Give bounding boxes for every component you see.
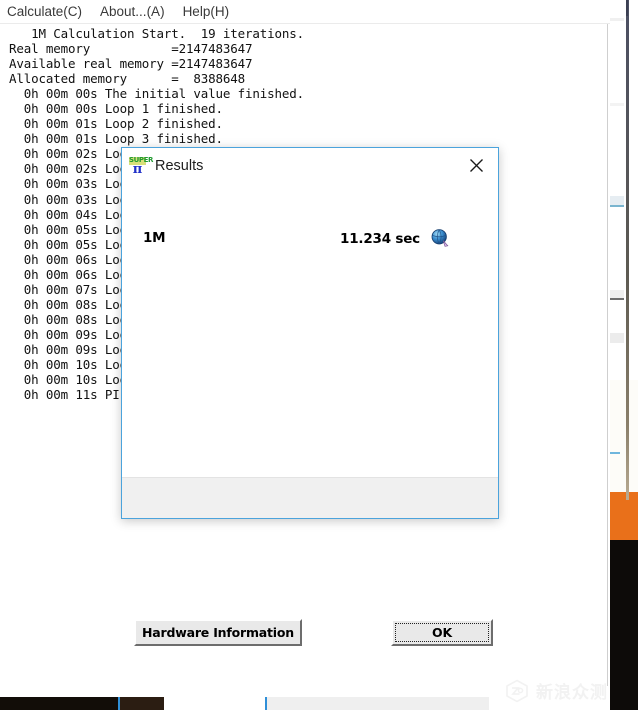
background-vertical-rule-top xyxy=(626,0,628,16)
background-tick xyxy=(610,103,624,106)
client-edge xyxy=(607,24,608,686)
log-line: 1M Calculation Start. 19 iterations. xyxy=(9,26,305,41)
background-dark-area xyxy=(610,540,638,710)
menu-bar: Calculate(C) About...(A) Help(H) xyxy=(0,0,610,23)
result-time-value: 11.234 sec xyxy=(340,231,420,247)
result-row: 1M 11.234 sec xyxy=(122,228,498,252)
dialog-body: 1M 11.234 sec xyxy=(122,184,498,480)
bottom-accent-line-left xyxy=(118,697,120,710)
background-tick xyxy=(610,298,624,300)
log-line: 0h 00m 01s Loop 3 finished. xyxy=(9,131,223,147)
bottom-gray-band xyxy=(267,697,489,710)
log-line: Real memory =2147483647 xyxy=(9,41,253,57)
background-cream-area xyxy=(610,380,638,492)
background-tick xyxy=(610,333,624,343)
background-white-area xyxy=(610,0,638,380)
background-tick xyxy=(610,290,624,298)
background-tick xyxy=(610,452,620,454)
menu-about[interactable]: About...(A) xyxy=(91,0,174,23)
bottom-dark-band xyxy=(0,697,120,710)
background-orange-area xyxy=(610,492,638,540)
dialog-titlebar[interactable]: SUPER π Results xyxy=(122,148,498,184)
ok-button[interactable]: OK xyxy=(391,619,493,646)
background-tick xyxy=(610,18,624,21)
menu-calculate[interactable]: Calculate(C) xyxy=(0,0,91,23)
bottom-dark-band-2 xyxy=(120,697,164,710)
menubar-separator xyxy=(0,23,610,24)
close-icon[interactable] xyxy=(454,148,498,182)
dialog-footer xyxy=(122,477,498,518)
log-line: Available real memory =2147483647 xyxy=(9,56,253,72)
ok-button-label: OK xyxy=(432,625,452,640)
result-size-label: 1M xyxy=(143,230,166,246)
log-line: 0h 00m 00s Loop 1 finished. xyxy=(9,101,223,117)
dialog-title: Results xyxy=(155,158,204,174)
pi-icon: π xyxy=(132,162,143,177)
globe-icon[interactable] xyxy=(430,228,450,248)
hardware-information-button-label: Hardware Information xyxy=(142,625,294,640)
background-tick xyxy=(610,205,624,207)
log-line: 0h 00m 00s The initial value finished. xyxy=(9,86,305,102)
background-tick xyxy=(610,196,624,205)
superpi-icon: SUPER π xyxy=(129,156,153,177)
background-window-strip xyxy=(610,0,638,710)
menu-help[interactable]: Help(H) xyxy=(174,0,239,23)
log-line: 0h 00m 01s Loop 2 finished. xyxy=(9,116,223,132)
results-dialog: SUPER π Results 1M 11.234 sec Hardware I… xyxy=(121,147,499,646)
hardware-information-button[interactable]: Hardware Information xyxy=(134,619,302,646)
log-line: Allocated memory = 8388648 xyxy=(9,71,246,87)
background-vertical-rule xyxy=(626,0,629,500)
